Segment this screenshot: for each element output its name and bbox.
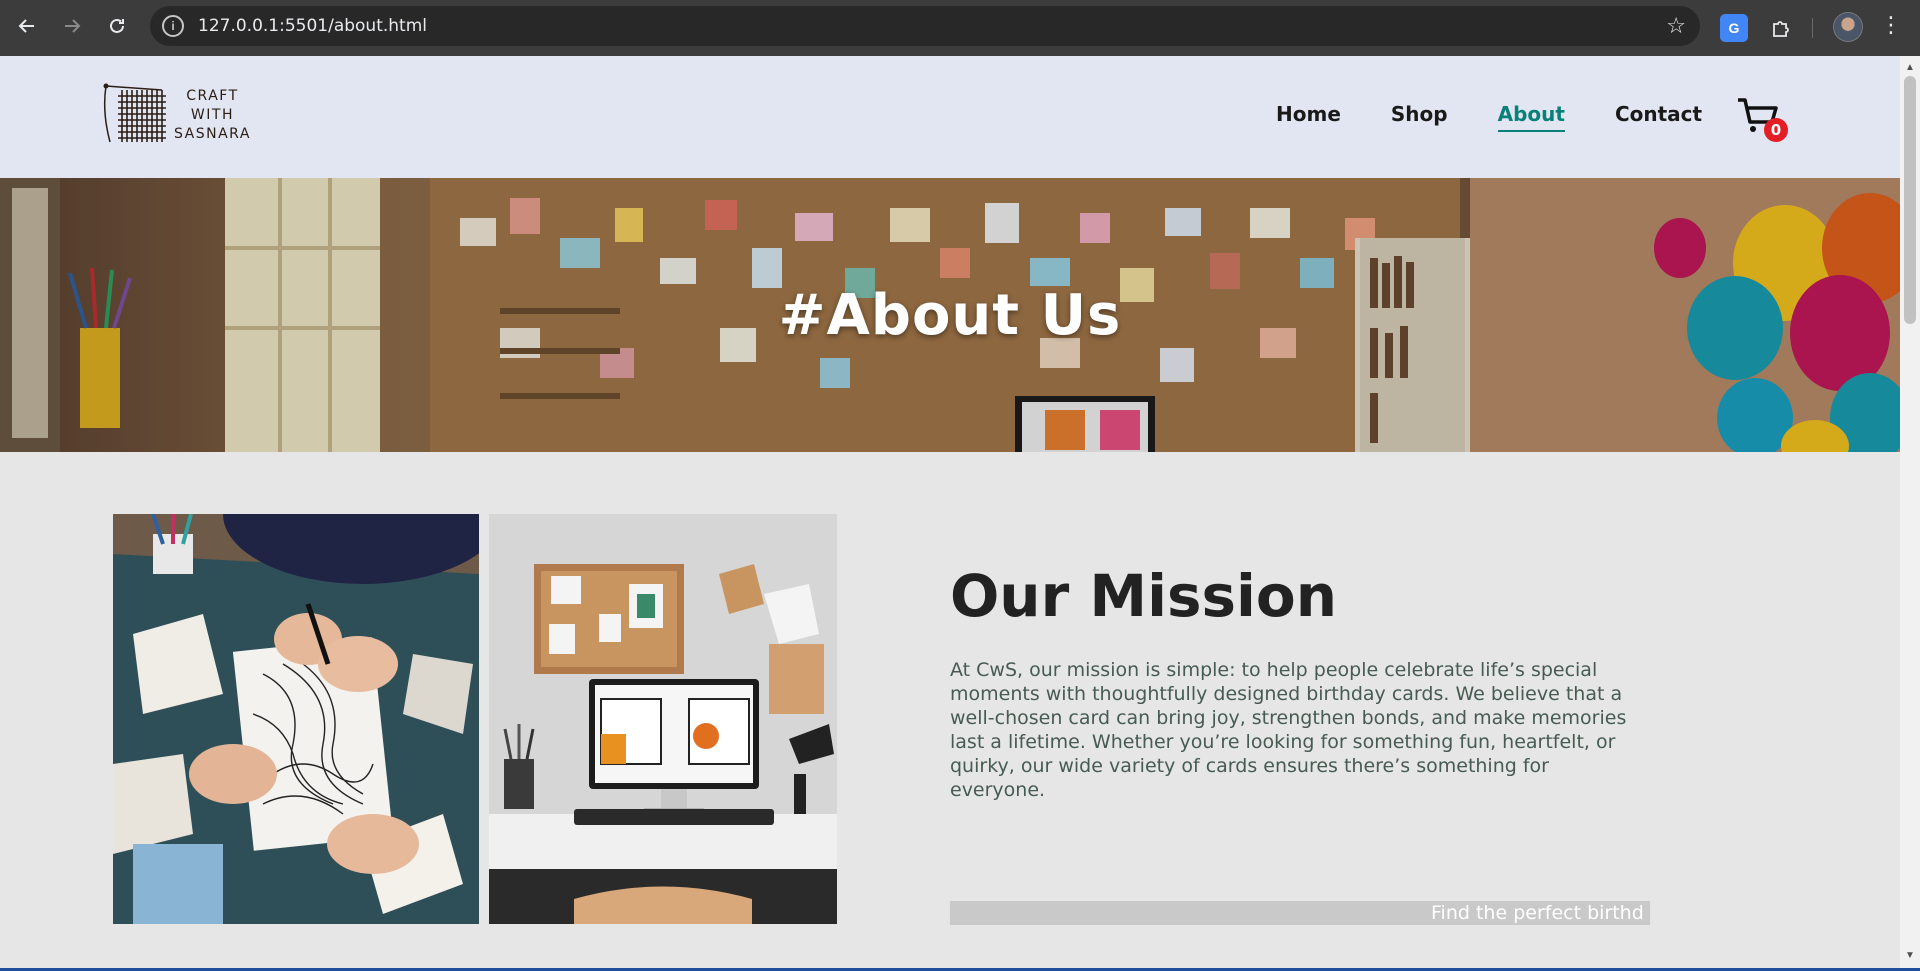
translate-label: G xyxy=(1728,20,1740,36)
reload-icon xyxy=(110,18,124,33)
address-bar[interactable]: i 127.0.0.1:5501/about.html ☆ xyxy=(150,6,1700,46)
main-nav: Home Shop About Contact xyxy=(1276,102,1752,132)
marquee-text: Find the perfect birthd xyxy=(1431,902,1644,924)
desk-computer-photo xyxy=(489,514,837,924)
google-translate-icon[interactable]: G xyxy=(1720,14,1748,42)
info-icon[interactable]: i xyxy=(162,15,184,37)
mission-text: At CwS, our mission is simple: to help p… xyxy=(950,659,1627,801)
extensions-icon xyxy=(1773,21,1789,37)
mission-title: Our Mission xyxy=(950,562,1338,630)
page-viewport: CRAFT WITH SASNARA Home Shop About Conta… xyxy=(0,56,1900,968)
forward-button[interactable] xyxy=(58,12,86,40)
star-icon[interactable]: ☆ xyxy=(1666,13,1686,39)
arrow-left-icon xyxy=(18,19,34,33)
hero-banner: #About Us xyxy=(0,178,1900,452)
logo-line-1: CRAFT xyxy=(186,87,239,104)
toolbar-separator xyxy=(1812,18,1813,38)
reload-button[interactable] xyxy=(103,12,131,40)
nav-shop[interactable]: Shop xyxy=(1391,102,1448,132)
hero-title: #About Us xyxy=(778,282,1122,348)
site-header: CRAFT WITH SASNARA Home Shop About Conta… xyxy=(0,56,1900,178)
crafting-hands-photo xyxy=(113,514,479,924)
logo-text: CRAFT WITH SASNARA xyxy=(174,87,251,144)
logo-line-3: SASNARA xyxy=(174,125,251,142)
url-text[interactable]: 127.0.0.1:5501/about.html xyxy=(198,16,427,36)
profile-avatar[interactable] xyxy=(1833,12,1863,42)
back-button[interactable] xyxy=(13,12,41,40)
cart-count-badge: 0 xyxy=(1764,118,1788,142)
nav-home[interactable]: Home xyxy=(1276,102,1341,132)
more-vert-icon[interactable]: ⋮ xyxy=(1880,12,1902,38)
page-scrollbar[interactable]: ▲ ▼ xyxy=(1900,56,1920,968)
scroll-down-arrow-icon[interactable]: ▼ xyxy=(1904,950,1916,962)
puzzle-icon[interactable] xyxy=(1766,14,1794,42)
site-logo[interactable]: CRAFT WITH SASNARA xyxy=(100,80,260,150)
nav-about[interactable]: About xyxy=(1497,102,1566,132)
about-section: Our Mission At CwS, our mission is simpl… xyxy=(0,452,1900,968)
loom-logo-icon xyxy=(100,82,170,148)
arrow-right-icon xyxy=(65,19,81,33)
marquee-banner: Find the perfect birthd xyxy=(950,901,1650,925)
nav-contact[interactable]: Contact xyxy=(1615,102,1702,132)
cart-button[interactable]: 0 xyxy=(1736,96,1792,146)
scroll-up-arrow-icon[interactable]: ▲ xyxy=(1904,62,1916,74)
browser-toolbar: i 127.0.0.1:5501/about.html ☆ G ⋮ xyxy=(0,0,1920,56)
scrollbar-thumb[interactable] xyxy=(1904,76,1916,324)
logo-line-2: WITH xyxy=(190,106,234,123)
